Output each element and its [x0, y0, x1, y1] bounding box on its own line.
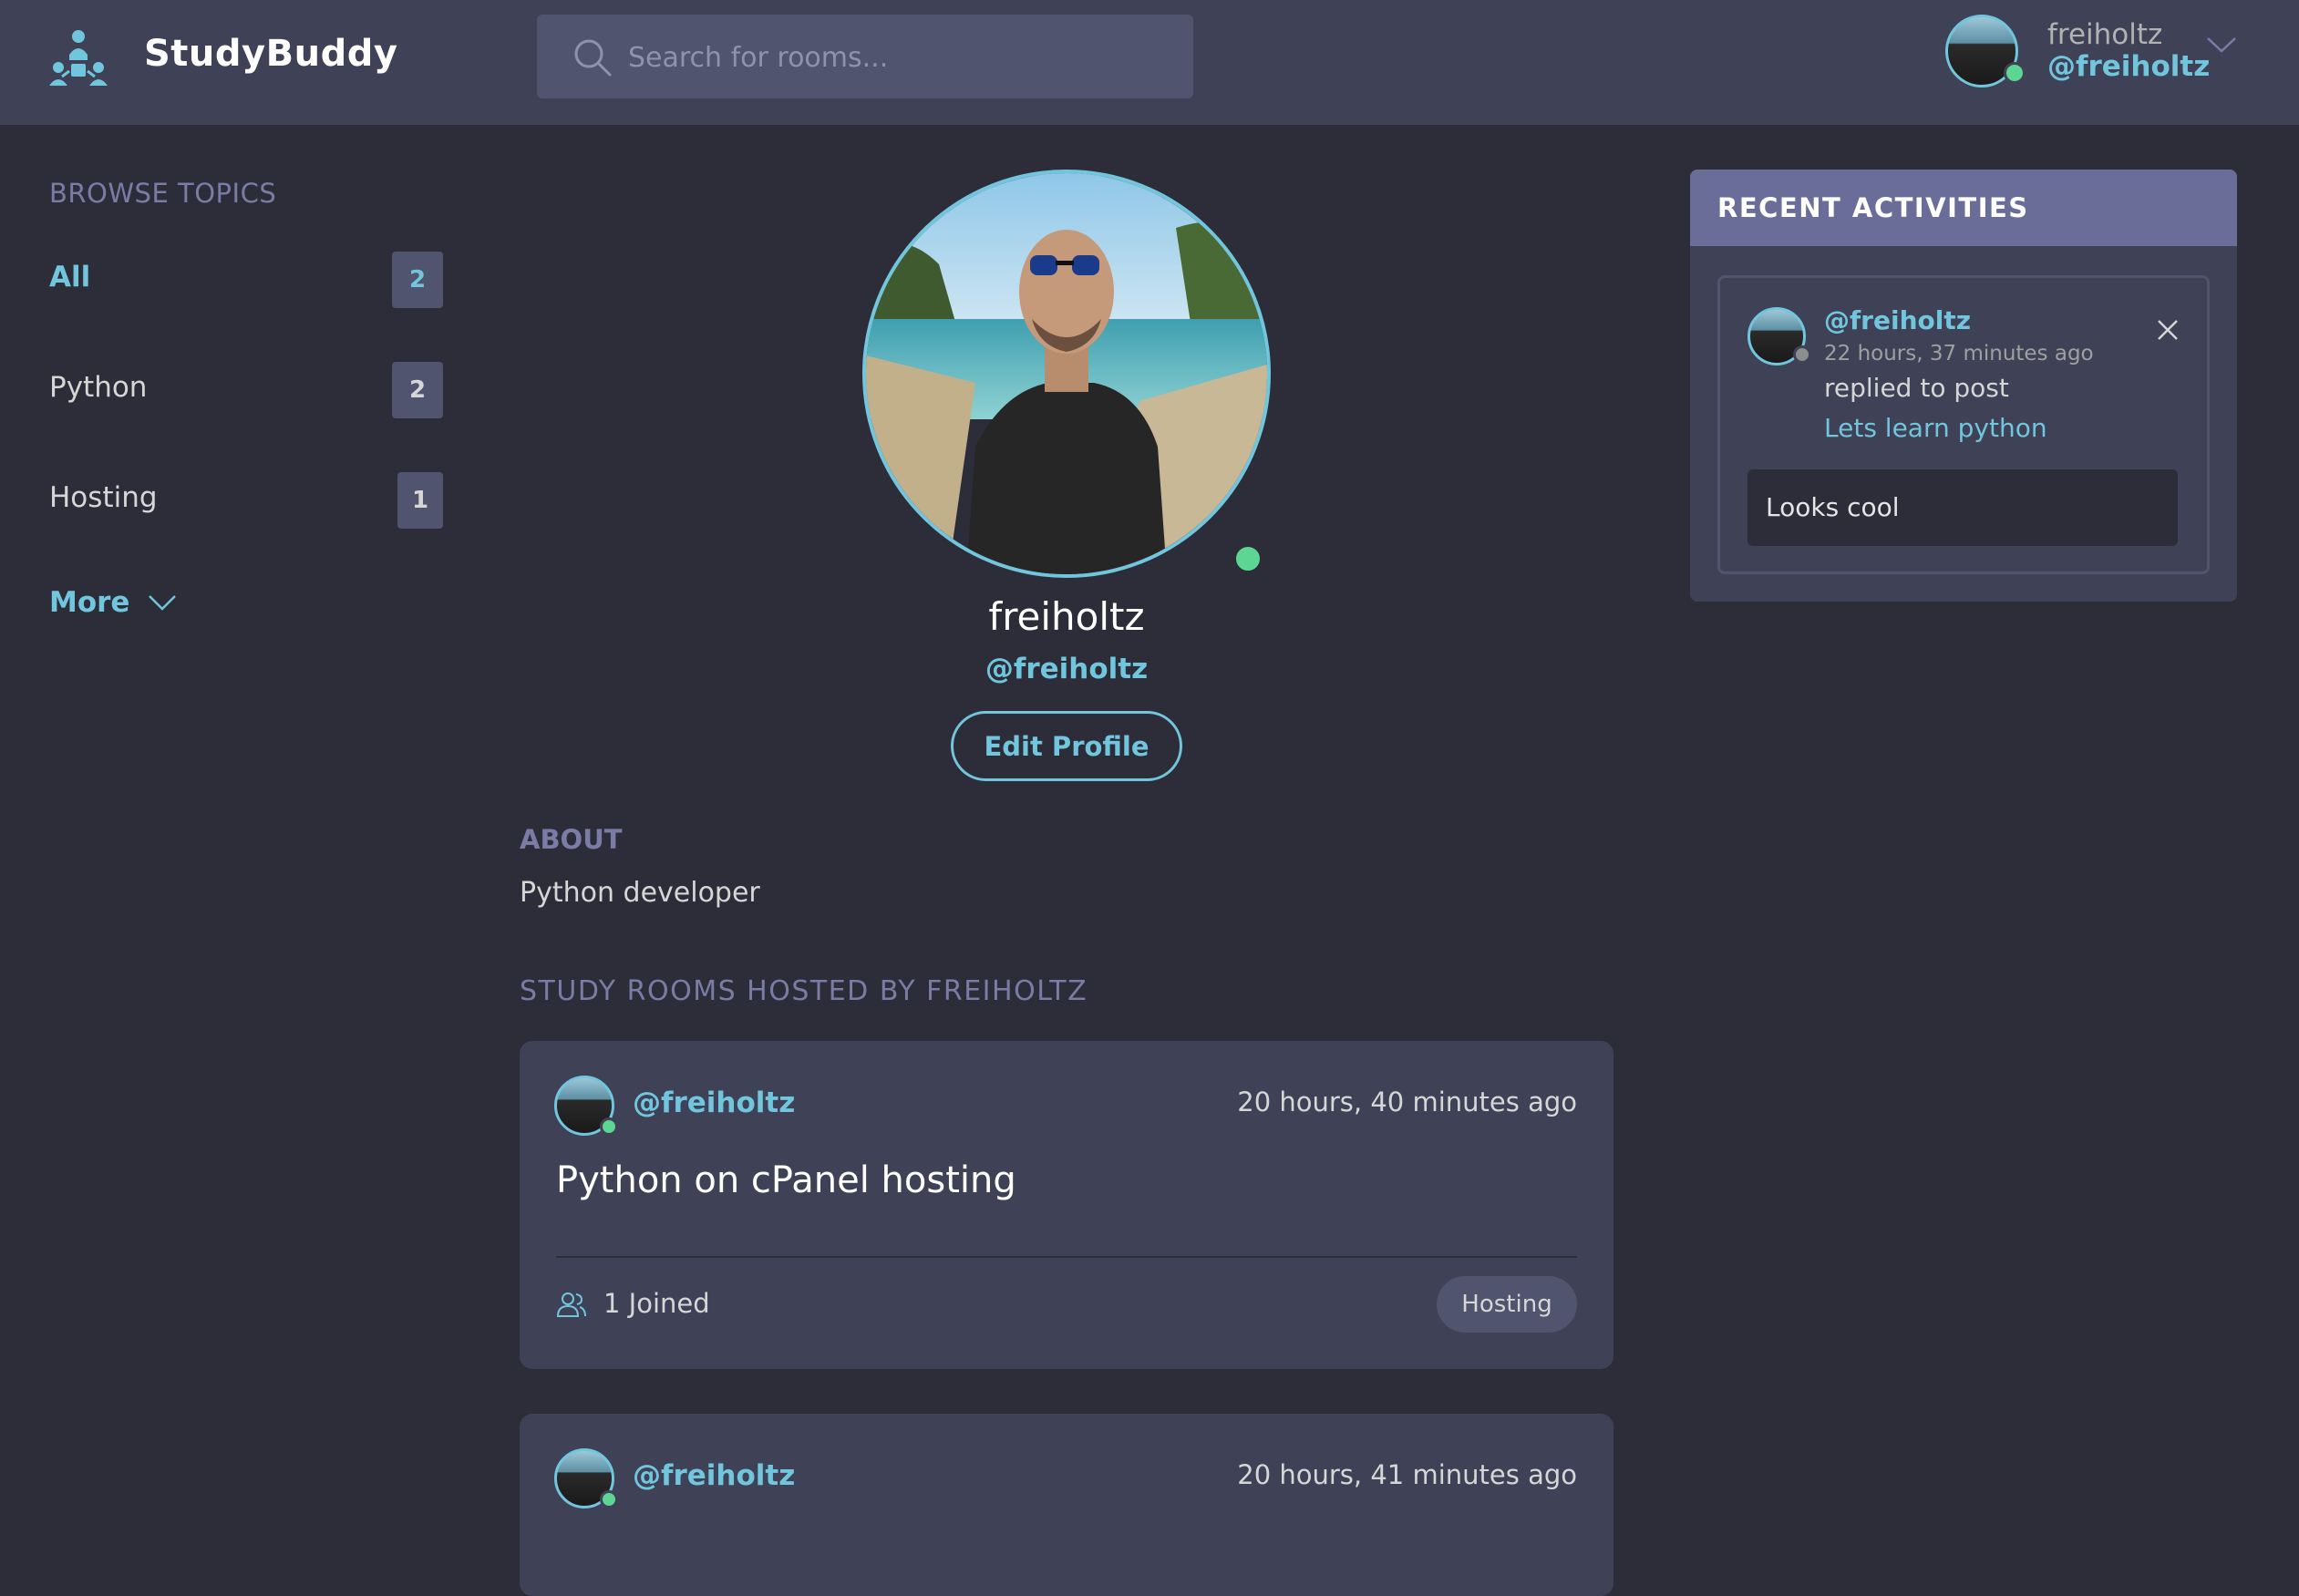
- joined-count: 1 Joined: [603, 1288, 710, 1319]
- search-input[interactable]: [626, 15, 1177, 100]
- activity-timestamp: 22 hours, 37 minutes ago: [1824, 342, 2094, 366]
- recent-activities-heading: RECENT ACTIVITIES: [1690, 170, 2237, 246]
- profile-handle: @freiholtz: [985, 653, 1149, 685]
- online-status-dot: [600, 1117, 618, 1136]
- profile-avatar: [862, 170, 1271, 578]
- topic-label: Hosting: [49, 481, 158, 514]
- search-icon: [574, 39, 612, 77]
- room-timestamp: 20 hours, 41 minutes ago: [1237, 1459, 1577, 1490]
- topic-item-hosting[interactable]: Hosting 1: [49, 472, 443, 530]
- more-topics-link[interactable]: More: [49, 586, 177, 619]
- room-host-link[interactable]: @freiholtz: [633, 1459, 795, 1492]
- studybuddy-logo-icon[interactable]: [46, 27, 111, 88]
- topic-item-all[interactable]: All 2: [49, 252, 443, 310]
- more-label: More: [49, 586, 130, 619]
- close-icon[interactable]: [2156, 318, 2180, 342]
- activity-item: @freiholtz 22 hours, 37 minutes ago repl…: [1717, 275, 2210, 574]
- recent-activities-panel: RECENT ACTIVITIES @freiholtz 22 hours, 3…: [1690, 170, 2237, 602]
- browse-topics-heading: BROWSE TOPICS: [49, 178, 277, 209]
- online-status-dot: [600, 1490, 618, 1508]
- topic-label: All: [49, 261, 91, 293]
- hosted-rooms-heading: STUDY ROOMS HOSTED BY FREIHOLTZ: [520, 975, 1088, 1007]
- topic-count-badge: 2: [392, 252, 443, 308]
- header-user-handle[interactable]: @freiholtz: [2047, 50, 2210, 83]
- online-status-dot: [2004, 62, 2026, 84]
- about-text: Python developer: [520, 877, 760, 909]
- activity-post-link[interactable]: Lets learn python: [1824, 413, 2047, 443]
- topic-label: Python: [49, 371, 148, 404]
- profile-name: freiholtz: [988, 594, 1145, 639]
- room-search[interactable]: [537, 15, 1193, 100]
- brand-name[interactable]: StudyBuddy: [144, 33, 397, 75]
- offline-status-dot: [1793, 345, 1811, 364]
- activity-action-text: replied to post: [1824, 373, 2009, 403]
- online-status-dot: [1232, 543, 1263, 574]
- edit-profile-button[interactable]: Edit Profile: [951, 711, 1182, 781]
- users-icon: [556, 1292, 586, 1317]
- room-card: @freiholtz 20 hours, 40 minutes ago Pyth…: [520, 1041, 1613, 1369]
- about-heading: ABOUT: [520, 824, 623, 855]
- room-host-link[interactable]: @freiholtz: [633, 1086, 795, 1119]
- activity-user-link[interactable]: @freiholtz: [1824, 305, 1971, 335]
- profile-photo: [866, 173, 1267, 574]
- chevron-down-icon[interactable]: [2206, 35, 2237, 55]
- room-card: @freiholtz 20 hours, 41 minutes ago: [520, 1414, 1613, 1596]
- topic-item-python[interactable]: Python 2: [49, 362, 443, 420]
- chevron-down-icon: [149, 595, 177, 611]
- header-user-name[interactable]: freiholtz: [2047, 18, 2162, 51]
- top-navbar: StudyBuddy freiholtz @freiholtz: [0, 0, 2299, 125]
- card-divider: [556, 1256, 1577, 1258]
- room-timestamp: 20 hours, 40 minutes ago: [1237, 1086, 1577, 1117]
- activity-reply-text: Looks cool: [1747, 469, 2178, 546]
- topic-count-badge: 1: [397, 472, 443, 529]
- room-topic-tag[interactable]: Hosting: [1437, 1276, 1577, 1333]
- topic-count-badge: 2: [392, 362, 443, 418]
- room-title-link[interactable]: Python on cPanel hosting: [556, 1159, 1016, 1201]
